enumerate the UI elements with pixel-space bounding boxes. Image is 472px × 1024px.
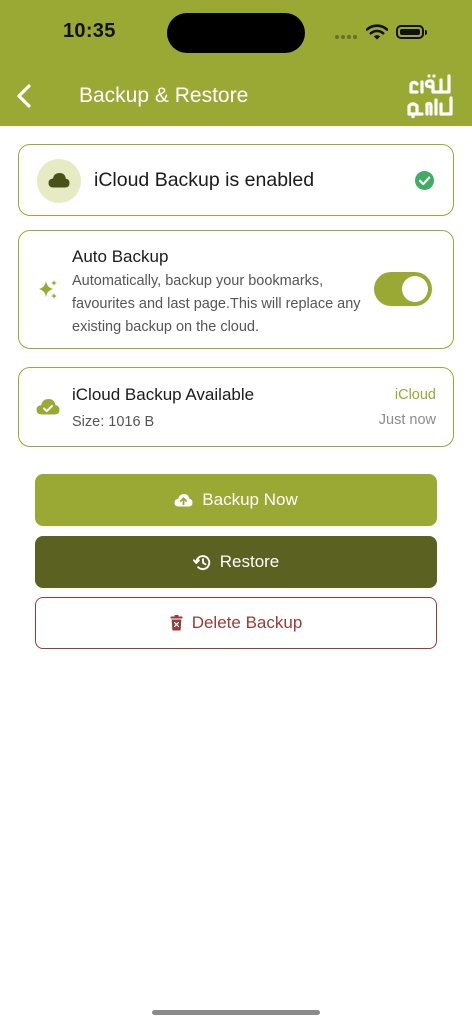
restore-button[interactable]: Restore xyxy=(35,536,437,588)
home-indicator[interactable] xyxy=(152,1010,320,1015)
auto-backup-description: Automatically, backup your bookmarks, fa… xyxy=(72,273,361,335)
check-circle-icon xyxy=(415,171,434,190)
backup-now-button[interactable]: Backup Now xyxy=(35,474,437,526)
battery-icon xyxy=(396,25,427,39)
available-backup-card: iCloud Backup Available Size: 1016 B iCl… xyxy=(18,367,454,447)
delete-backup-button[interactable]: Delete Backup xyxy=(35,597,437,649)
backup-timestamp: Just now xyxy=(378,412,436,428)
app-header: 10:35 Backup & Restore xyxy=(0,0,472,126)
cloud-check-icon xyxy=(36,399,60,415)
auto-backup-toggle[interactable] xyxy=(374,272,432,306)
delete-backup-label: Delete Backup xyxy=(191,613,303,632)
back-button[interactable] xyxy=(10,80,40,112)
restore-label: Restore xyxy=(219,552,280,571)
cloud-upload-icon xyxy=(174,494,193,507)
toggle-knob xyxy=(402,276,428,302)
available-backup-size: Size: 1016 B xyxy=(72,414,155,430)
auto-backup-title: Auto Backup xyxy=(72,247,169,266)
backup-status-card: iCloud Backup is enabled xyxy=(18,144,454,216)
history-icon xyxy=(192,554,210,570)
wifi-icon xyxy=(366,24,388,40)
available-backup-title: iCloud Backup Available xyxy=(72,385,255,404)
page-title: Backup & Restore xyxy=(79,84,249,107)
auto-backup-card: Auto Backup Automatically, backup your b… xyxy=(18,230,454,349)
sparkle-icon xyxy=(39,280,57,299)
backup-now-label: Backup Now xyxy=(202,490,298,509)
cloud-icon xyxy=(48,173,70,188)
dynamic-island xyxy=(167,13,305,53)
cellular-signal-icon xyxy=(335,35,359,41)
trash-icon xyxy=(170,615,183,631)
backup-source-label: iCloud xyxy=(394,387,436,403)
cloud-icon-container xyxy=(37,159,81,203)
backup-status-title: iCloud Backup is enabled xyxy=(94,169,315,191)
status-time: 10:35 xyxy=(63,20,116,42)
quran-logo-icon xyxy=(407,74,453,118)
